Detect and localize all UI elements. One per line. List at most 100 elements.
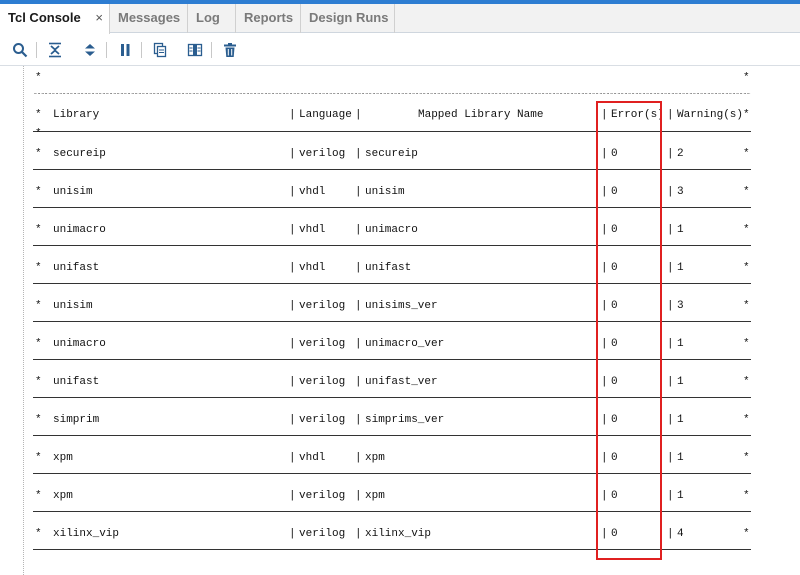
tcl-console-output[interactable]: * * ************************************… [0, 66, 800, 575]
pause-button[interactable] [115, 40, 135, 60]
star-marker: * [35, 452, 42, 464]
star-marker: * [743, 186, 750, 198]
column-separator: | [667, 376, 674, 388]
cell-language: verilog [299, 148, 346, 160]
cell-errors: 0 [611, 224, 618, 236]
cell-language: verilog [299, 376, 346, 388]
cell-mapped: unimacro [365, 224, 418, 236]
column-separator: | [355, 338, 362, 350]
star-marker: * [35, 224, 42, 236]
column-separator: | [601, 148, 608, 160]
console-line: * * [0, 70, 800, 86]
cell-library: unisim [53, 300, 93, 312]
table-row: * unimacro | vhdl | unimacro | 0 | 1 * [0, 222, 800, 238]
expand-all-button[interactable] [80, 40, 100, 60]
cell-warnings: 3 [677, 300, 684, 312]
column-separator: | [601, 262, 608, 274]
star-marker: * [743, 109, 750, 121]
cell-mapped: unisims_ver [365, 300, 438, 312]
star-marker: * [743, 414, 750, 426]
column-separator: | [355, 186, 362, 198]
column-separator: | [355, 376, 362, 388]
table-rule [33, 359, 751, 360]
star-marker: * [743, 148, 750, 160]
star-marker: * [35, 109, 42, 121]
star-marker: * [743, 300, 750, 312]
star-marker: * [35, 414, 42, 426]
cell-language: verilog [299, 490, 346, 502]
cell-mapped: secureip [365, 148, 418, 160]
toolbar-separator [211, 42, 212, 58]
tab-reports[interactable]: Reports [236, 4, 301, 33]
cell-mapped: unifast_ver [365, 376, 438, 388]
column-separator: | [289, 262, 296, 274]
search-button[interactable] [10, 40, 30, 60]
search-icon [13, 43, 28, 58]
cell-warnings: 1 [677, 452, 684, 464]
column-separator: | [601, 109, 608, 121]
star-marker: * [35, 262, 42, 274]
cell-mapped: unisim [365, 186, 405, 198]
clear-button[interactable] [220, 40, 240, 60]
cell-errors: 0 [611, 262, 618, 274]
cell-errors: 0 [611, 300, 618, 312]
column-separator: | [289, 109, 296, 121]
star-marker: * [35, 490, 42, 502]
column-separator: | [355, 414, 362, 426]
tab-design-runs[interactable]: Design Runs [301, 4, 395, 33]
columns-button[interactable] [185, 40, 205, 60]
cell-library: simprim [53, 414, 100, 426]
table-rule [33, 169, 751, 170]
column-separator: | [355, 490, 362, 502]
star-marker: * [743, 528, 750, 540]
column-separator: | [355, 452, 362, 464]
star-marker: * [743, 376, 750, 388]
star-marker: * [35, 338, 42, 350]
copy-button[interactable] [150, 40, 170, 60]
copy-icon [153, 42, 167, 58]
cell-warnings: 1 [677, 262, 684, 274]
table-rule [33, 549, 751, 550]
cell-errors: 0 [611, 376, 618, 388]
tab-tcl-console[interactable]: Tcl Console × [0, 4, 110, 34]
column-separator: | [355, 148, 362, 160]
column-separator: | [667, 186, 674, 198]
star-marker: * [743, 338, 750, 350]
cell-errors: 0 [611, 338, 618, 350]
cell-library: secureip [53, 148, 106, 160]
close-icon[interactable]: × [95, 4, 103, 32]
table-row: * unimacro | verilog | unimacro_ver | 0 | 1 * [0, 336, 800, 352]
column-separator: | [289, 224, 296, 236]
toolbar-separator [106, 42, 107, 58]
column-separator: | [667, 490, 674, 502]
table-header: * Library | Language | Mapped Library Na… [0, 107, 800, 123]
column-separator: | [667, 338, 674, 350]
tab-log[interactable]: Log [188, 4, 236, 33]
column-separator: | [667, 148, 674, 160]
cell-errors: 0 [611, 452, 618, 464]
table-rule [33, 207, 751, 208]
column-separator: | [355, 300, 362, 312]
star-marker: * [743, 72, 750, 84]
table-rule [33, 473, 751, 474]
expand-all-icon [85, 44, 95, 56]
cell-errors: 0 [611, 148, 618, 160]
column-separator: | [667, 414, 674, 426]
star-marker: * [35, 376, 42, 388]
column-separator: | [289, 338, 296, 350]
star-rule: ****************************************… [33, 93, 751, 99]
toolbar-separator [36, 42, 37, 58]
tab-label: Tcl Console [8, 10, 81, 25]
table-rule [33, 397, 751, 398]
collapse-all-button[interactable] [45, 40, 65, 60]
tab-messages[interactable]: Messages [110, 4, 188, 33]
table-row: * xpm | vhdl | xpm | 0 | 1 * [0, 450, 800, 466]
column-separator: | [601, 490, 608, 502]
column-separator: | [355, 528, 362, 540]
column-separator: | [601, 528, 608, 540]
cell-language: verilog [299, 528, 346, 540]
cell-library: xpm [53, 490, 73, 502]
column-separator: | [601, 452, 608, 464]
collapse-all-icon [49, 42, 61, 58]
cell-warnings: 3 [677, 186, 684, 198]
